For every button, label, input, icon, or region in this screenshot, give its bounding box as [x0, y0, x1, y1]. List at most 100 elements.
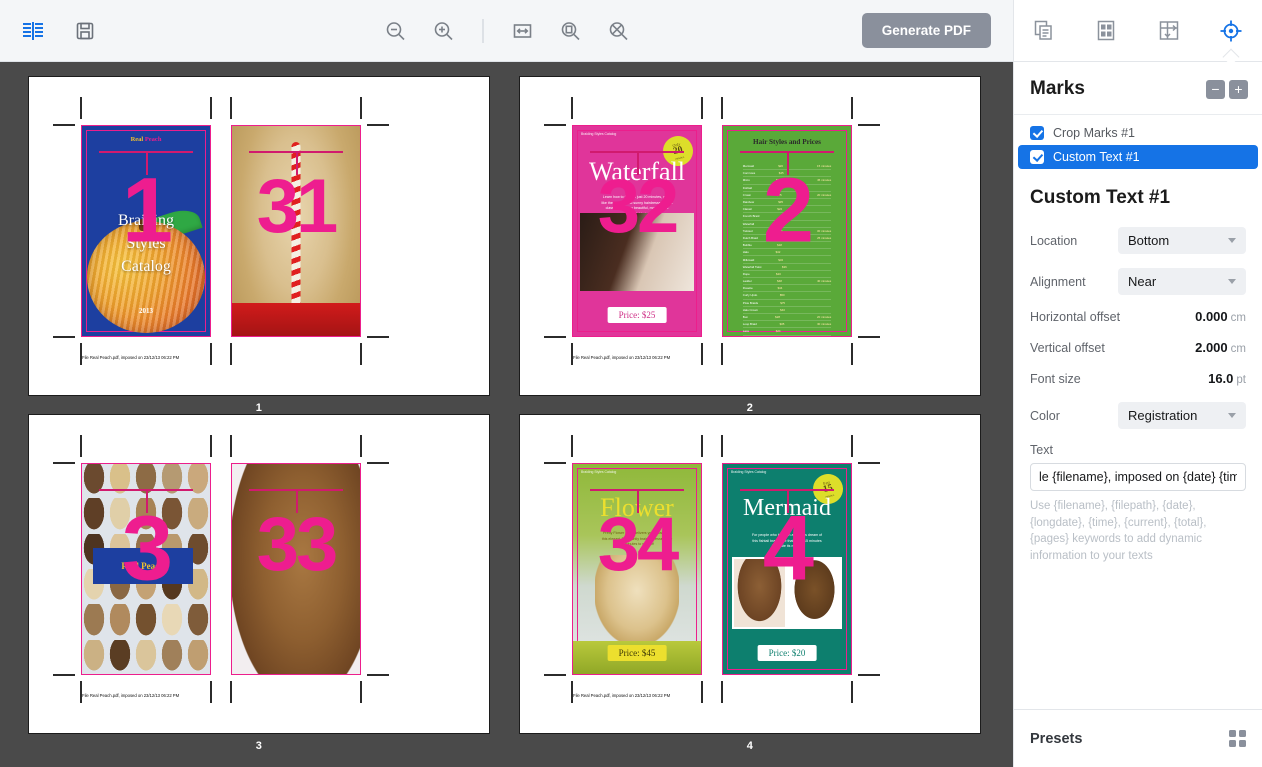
- tab-pages[interactable]: [1022, 9, 1068, 53]
- fit-width-icon[interactable]: [507, 16, 537, 46]
- zoom-out-icon[interactable]: [380, 16, 410, 46]
- toolbar-right-group: Generate PDF: [861, 13, 991, 48]
- crop-mark: [701, 435, 703, 457]
- horizontal-offset-value[interactable]: 0.000 cm: [1195, 309, 1246, 324]
- imposed-page[interactable]: 31: [231, 125, 361, 337]
- location-select[interactable]: Bottom: [1118, 227, 1246, 254]
- page-slot-number: 2: [762, 158, 814, 261]
- imposed-page[interactable]: Braiding Styles Catalog Only 20 minutes Wate…: [572, 125, 702, 337]
- fit-page-icon[interactable]: [603, 16, 633, 46]
- thumbnail: [81, 604, 107, 640]
- crop-mark: [544, 462, 566, 464]
- toolbar-zoom-group: [380, 16, 633, 46]
- mark-list-item[interactable]: Crop Marks #1: [1014, 121, 1262, 145]
- imposed-sheet[interactable]: Braiding Styles Catalog Only 20 minutes Wate…: [519, 76, 981, 396]
- imposed-page[interactable]: Real Peach Braiding Styles Catalog 2013 1: [81, 125, 211, 337]
- crop-mark: [367, 674, 389, 676]
- crop-mark: [571, 681, 573, 703]
- crop-mark: [851, 681, 853, 703]
- imposed-sheet[interactable]: Real Peach 3 33 File Real Peach.pdf, impose…: [28, 414, 490, 734]
- custom-text-mark: File Real Peach.pdf, imposed on 23/12/13…: [573, 355, 671, 360]
- page-slot-number: 33: [256, 501, 339, 587]
- custom-text-mark: File Real Peach.pdf, imposed on 23/12/13…: [573, 693, 671, 698]
- imposed-page[interactable]: Braiding Styles Catalog Fast 15 minutes Merm…: [722, 463, 852, 675]
- add-mark-button[interactable]: +: [1229, 79, 1248, 99]
- chevron-down-icon: [1228, 279, 1236, 284]
- imposed-page[interactable]: Braiding Styles Catalog Flower Pretty Flow…: [572, 463, 702, 675]
- location-row: Location Bottom: [1030, 227, 1246, 254]
- custom-text-mark: File Real Peach.pdf, imposed on 23/12/13…: [82, 355, 180, 360]
- price-row: Ladder $48 40 minutes: [742, 278, 832, 286]
- crop-mark: [53, 124, 75, 126]
- crop-mark: [367, 336, 389, 338]
- cover-year: 2013: [139, 307, 153, 315]
- crop-mark: [721, 681, 723, 703]
- crop-mark: [80, 681, 82, 703]
- actual-size-icon[interactable]: [555, 16, 585, 46]
- generate-pdf-button[interactable]: Generate PDF: [861, 13, 991, 48]
- price-row: Fingerwave$5245 minutes: [743, 336, 831, 338]
- vertical-offset-label: Vertical offset: [1030, 340, 1105, 355]
- imposed-sheet[interactable]: Braiding Styles Catalog Flower Pretty Flow…: [519, 414, 981, 734]
- sheet-cell: Braiding Styles Catalog Flower Pretty Flow…: [519, 414, 981, 752]
- price-row: Pixie Braids $75: [742, 300, 832, 307]
- crop-mark: [80, 343, 82, 365]
- thumbnail: [133, 604, 159, 640]
- save-icon[interactable]: [70, 16, 100, 46]
- thumbnail: [159, 604, 185, 640]
- tab-binding[interactable]: [1146, 9, 1192, 53]
- main-toolbar: Generate PDF: [0, 0, 1013, 62]
- color-label: Color: [1030, 408, 1060, 423]
- crop-mark: [721, 435, 723, 457]
- vertical-offset-value[interactable]: 2.000 cm: [1195, 340, 1246, 355]
- checkbox-icon[interactable]: [1030, 150, 1044, 164]
- font-size-row: Font size 16.0 pt: [1030, 371, 1246, 386]
- price-row: Curly Updo $50: [742, 292, 832, 300]
- crop-mark: [210, 343, 212, 365]
- sheet-cell: Real Peach Braiding Styles Catalog 2013 1 31 Fi…: [28, 76, 490, 414]
- custom-text-input[interactable]: [1030, 463, 1246, 491]
- imposition-canvas[interactable]: Real Peach Braiding Styles Catalog 2013 1 31 Fi…: [0, 62, 1013, 767]
- custom-text-mark: File Real Peach.pdf, imposed on 23/12/13…: [82, 693, 180, 698]
- chevron-down-icon: [1228, 238, 1236, 243]
- alignment-label: Alignment: [1030, 274, 1086, 289]
- sheet-number-label: 1: [255, 402, 263, 414]
- crop-mark: [230, 435, 232, 457]
- price-row: Rope $20: [742, 271, 832, 278]
- crop-mark: [544, 124, 566, 126]
- mark-list-item[interactable]: Custom Text #1: [1018, 145, 1258, 169]
- marks-list: Crop Marks #1 Custom Text #1: [1014, 115, 1262, 169]
- crop-mark: [210, 97, 212, 119]
- imposed-page[interactable]: Hair Styles and Prices Mermaid $20 15 minut…: [722, 125, 852, 337]
- color-select[interactable]: Registration: [1118, 402, 1246, 429]
- sheet-grid: Real Peach Braiding Styles Catalog 2013 1 31 Fi…: [28, 76, 1013, 752]
- tab-layout[interactable]: [1084, 9, 1130, 53]
- crop-mark: [544, 674, 566, 676]
- checkbox-icon[interactable]: [1030, 126, 1044, 140]
- vertical-offset-unit: cm: [1230, 343, 1246, 355]
- crop-mark: [701, 97, 703, 119]
- spread-view-icon[interactable]: [18, 16, 48, 46]
- remove-mark-button[interactable]: −: [1206, 79, 1225, 99]
- page-slot-number: 34: [597, 501, 680, 587]
- page-slot-number: 4: [762, 496, 814, 599]
- thumbnail: [185, 639, 211, 675]
- horizontal-offset-label: Horizontal offset: [1030, 309, 1121, 324]
- crop-mark: [53, 674, 75, 676]
- tab-marks[interactable]: [1208, 9, 1254, 53]
- imposed-page[interactable]: 33: [231, 463, 361, 675]
- imposition-app: Generate PDF Real Peach Braiding Styles Cat…: [0, 0, 1262, 767]
- font-size-value[interactable]: 16.0 pt: [1208, 371, 1246, 386]
- crop-mark: [360, 343, 362, 365]
- color-row: Color Registration: [1030, 402, 1246, 429]
- price-row: Halo Crown $40: [742, 307, 832, 314]
- zoom-in-icon[interactable]: [428, 16, 458, 46]
- imposed-page[interactable]: Real Peach 3: [81, 463, 211, 675]
- marks-title: Marks: [1030, 78, 1085, 99]
- crop-mark: [53, 462, 75, 464]
- imposed-sheet[interactable]: Real Peach Braiding Styles Catalog 2013 1 31 Fi…: [28, 76, 490, 396]
- presets-grid-icon[interactable]: [1229, 730, 1246, 747]
- price-badge: Price: $45: [607, 645, 667, 661]
- price-row: Bun $28 20 minutes: [742, 314, 832, 322]
- alignment-select[interactable]: Near: [1118, 268, 1246, 295]
